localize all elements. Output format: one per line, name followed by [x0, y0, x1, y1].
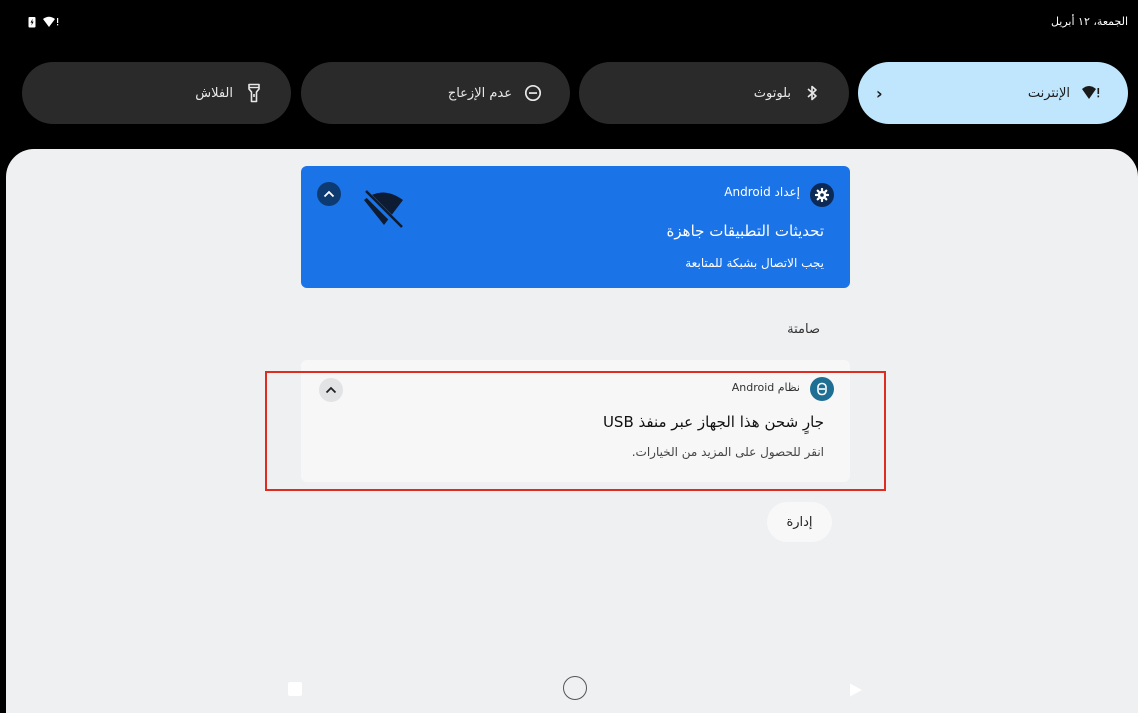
bluetooth-icon — [801, 82, 823, 104]
tile-internet[interactable]: الإنترنت ‹ — [858, 62, 1128, 124]
do-not-disturb-icon — [522, 82, 544, 104]
flashlight-icon — [243, 82, 265, 104]
notification-title: تحديثات التطبيقات جاهزة — [666, 222, 824, 240]
gear-icon — [810, 183, 834, 207]
chevron-up-icon — [323, 190, 335, 198]
tile-do-not-disturb[interactable]: عدم الإزعاج — [301, 62, 570, 124]
recents-button[interactable] — [288, 682, 302, 696]
tile-flashlight-label: الفلاش — [195, 85, 233, 101]
notification-app-name: إعداد Android — [724, 185, 800, 199]
silent-section-label: صامتة — [787, 322, 820, 337]
tile-internet-label: الإنترنت — [1027, 85, 1070, 101]
battery-icon — [28, 17, 36, 28]
status-date: الجمعة، ١٢ أبريل — [1050, 15, 1128, 28]
tile-flashlight[interactable]: الفلاش — [22, 62, 291, 124]
chevron-left-icon[interactable]: ‹ — [876, 84, 883, 103]
notification-text: يجب الاتصال بشبكة للمتابعة — [685, 256, 824, 270]
wifi-icon — [43, 16, 59, 27]
highlight-box — [265, 371, 886, 491]
back-icon[interactable] — [848, 682, 864, 698]
home-button[interactable] — [563, 676, 587, 700]
tile-bluetooth[interactable]: بلوتوث — [579, 62, 849, 124]
tile-bluetooth-label: بلوتوث — [753, 85, 791, 101]
tile-do-not-disturb-label: عدم الإزعاج — [447, 85, 512, 101]
status-icons — [28, 16, 62, 28]
notification-setup[interactable]: إعداد Android تحديثات التطبيقات جاهزة يج… — [301, 166, 850, 288]
wifi-off-icon — [362, 189, 404, 231]
wifi-icon — [1080, 82, 1102, 104]
collapse-button[interactable] — [317, 182, 341, 206]
manage-button[interactable]: إدارة — [767, 502, 832, 542]
